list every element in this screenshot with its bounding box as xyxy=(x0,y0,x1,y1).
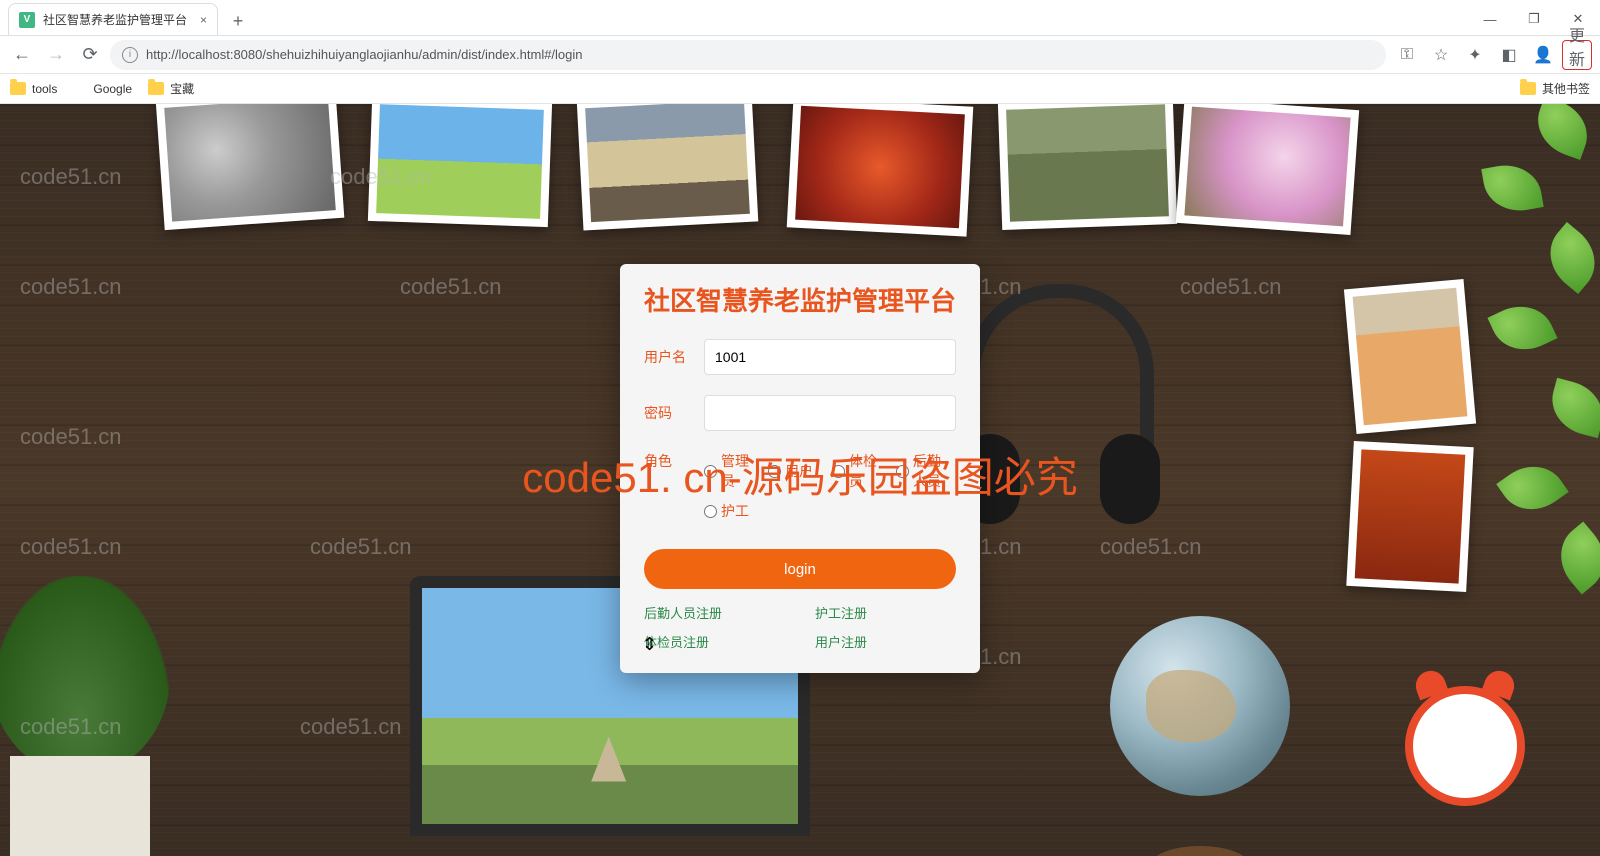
tab-title: 社区智慧养老监护管理平台 xyxy=(43,11,187,28)
folder-icon xyxy=(148,82,164,95)
register-user-link[interactable]: 用户注册 xyxy=(815,632,956,651)
login-button[interactable]: login xyxy=(644,549,956,589)
browser-window: V 社区智慧养老监护管理平台 × + ― ❐ ✕ ← → ⟳ i http://… xyxy=(0,0,1600,856)
extensions-icon[interactable]: ✦ xyxy=(1460,40,1490,70)
titlebar: V 社区智慧养老监护管理平台 × + ― ❐ ✕ xyxy=(0,0,1600,36)
url-text: http://localhost:8080/shehuizhihuiyangla… xyxy=(146,47,583,62)
role-examiner[interactable]: 体检员 xyxy=(832,451,880,491)
toolbar: ← → ⟳ i http://localhost:8080/shehuizhih… xyxy=(0,36,1600,74)
role-examiner-radio[interactable] xyxy=(832,465,845,478)
decor-photo xyxy=(577,104,759,230)
role-caregiver-radio[interactable] xyxy=(704,505,717,518)
profile-icon[interactable]: 👤 xyxy=(1528,40,1558,70)
role-label: 角色 xyxy=(644,451,692,471)
login-title: 社区智慧养老监护管理平台 xyxy=(644,284,956,319)
decor-photo xyxy=(998,104,1177,230)
role-logistics[interactable]: 后勤人员 xyxy=(896,451,944,491)
new-tab-button[interactable]: + xyxy=(224,7,252,35)
role-logistics-radio[interactable] xyxy=(896,465,909,478)
register-links: 后勤人员注册 护工注册 体检员注册 用户注册 xyxy=(644,603,956,651)
role-admin[interactable]: 管理员 xyxy=(704,451,752,491)
forward-button[interactable]: → xyxy=(42,41,70,69)
bookmark-other[interactable]: 其他书签 xyxy=(1520,80,1590,97)
bookmark-star-icon[interactable]: ☆ xyxy=(1426,40,1456,70)
register-logistics-link[interactable]: 后勤人员注册 xyxy=(644,603,785,622)
decor-photo xyxy=(156,104,345,230)
role-admin-radio[interactable] xyxy=(704,465,717,478)
username-row: 用户名 xyxy=(644,339,956,375)
role-options: 管理员 用户 体检员 后勤人员 护工 xyxy=(704,451,956,521)
decor-photo xyxy=(1346,441,1473,592)
password-key-icon[interactable]: ⚿ xyxy=(1392,40,1422,70)
bookmarks-bar: tools Google 宝藏 其他书签 xyxy=(0,74,1600,104)
username-label: 用户名 xyxy=(644,347,692,367)
password-label: 密码 xyxy=(644,403,692,423)
password-input[interactable] xyxy=(704,395,956,431)
reload-button[interactable]: ⟳ xyxy=(76,41,104,69)
decor-headphones xyxy=(960,284,1160,564)
username-input[interactable] xyxy=(704,339,956,375)
decor-photo xyxy=(787,104,974,237)
decor-clock xyxy=(1390,676,1540,846)
folder-icon xyxy=(1520,82,1536,95)
role-row: 角色 管理员 用户 体检员 后勤人员 护工 xyxy=(644,451,956,521)
password-row: 密码 xyxy=(644,395,956,431)
decor-photo xyxy=(368,104,552,227)
folder-icon xyxy=(10,82,26,95)
browser-tab[interactable]: V 社区智慧养老监护管理平台 × xyxy=(8,3,218,35)
vue-favicon-icon: V xyxy=(19,12,35,28)
maximize-icon[interactable]: ❐ xyxy=(1512,3,1556,35)
decor-globe xyxy=(1080,606,1320,856)
decor-photo xyxy=(1344,279,1476,434)
decor-plant xyxy=(0,536,220,856)
site-info-icon[interactable]: i xyxy=(122,47,138,63)
bookmark-google[interactable]: Google xyxy=(73,82,132,96)
decor-photo xyxy=(1176,104,1359,235)
role-user[interactable]: 用户 xyxy=(768,451,816,491)
register-examiner-link[interactable]: 体检员注册 xyxy=(644,632,785,651)
role-caregiver[interactable]: 护工 xyxy=(704,501,752,521)
login-panel: 社区智慧养老监护管理平台 用户名 密码 角色 管理员 用户 体检员 后勤人员 护… xyxy=(620,264,980,673)
register-caregiver-link[interactable]: 护工注册 xyxy=(815,603,956,622)
update-button[interactable]: 更新 : xyxy=(1562,40,1592,70)
minimize-icon[interactable]: ― xyxy=(1468,3,1512,35)
url-bar[interactable]: i http://localhost:8080/shehuizhihuiyang… xyxy=(110,40,1386,70)
back-button[interactable]: ← xyxy=(8,41,36,69)
bookmark-treasure[interactable]: 宝藏 xyxy=(148,80,194,97)
tab-close-icon[interactable]: × xyxy=(200,13,207,27)
page-viewport: code51.cn code51.cn code51.cn code51.cn … xyxy=(0,104,1600,856)
sidepanel-icon[interactable]: ◧ xyxy=(1494,40,1524,70)
role-user-radio[interactable] xyxy=(768,465,781,478)
bookmark-tools[interactable]: tools xyxy=(10,82,57,96)
